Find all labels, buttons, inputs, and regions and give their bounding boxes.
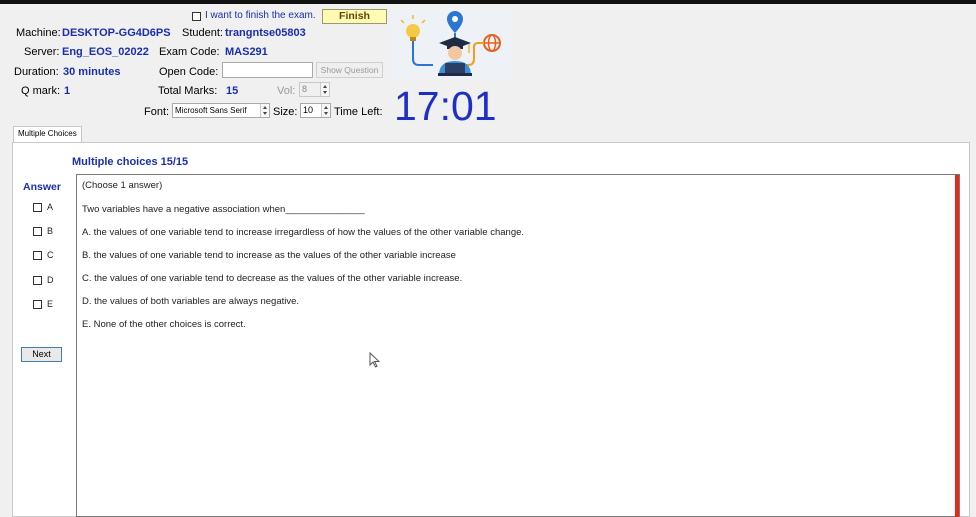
machine-value: DESKTOP-GG4D6PS	[62, 27, 171, 39]
tab-multiple-choices[interactable]: Multiple Choices	[13, 126, 82, 143]
question-stem: Two variables have a negative associatio…	[82, 204, 365, 215]
option-c-text: C. the values of one variable tend to de…	[82, 273, 463, 284]
answer-letter-c: C	[47, 250, 54, 260]
student-label: Student:	[182, 27, 223, 39]
student-figure-icon	[438, 37, 472, 76]
duration-label: Duration:	[14, 66, 59, 78]
option-e-text: E. None of the other choices is correct.	[82, 319, 246, 330]
show-question-button[interactable]: Show Question	[316, 62, 383, 78]
size-spin-icon[interactable]	[321, 104, 330, 117]
mouse-cursor-icon	[369, 352, 381, 368]
vol-value: 8	[302, 84, 308, 94]
qmark-value: 1	[64, 85, 71, 97]
duration-value: 30 minutes	[63, 66, 121, 78]
server-value: Eng_EOS_02022	[62, 46, 149, 58]
answer-label: Answer	[23, 181, 61, 193]
vol-stepper[interactable]: 8	[299, 82, 330, 97]
open-code-label: Open Code:	[159, 66, 219, 78]
timer-display: 17:01	[394, 83, 497, 129]
option-a-text: A. the values of one variable tend to in…	[82, 227, 525, 238]
location-pin-icon	[447, 11, 463, 33]
globe-icon	[483, 34, 501, 52]
font-label: Font:	[144, 106, 170, 118]
next-button[interactable]: Next	[21, 347, 62, 362]
time-left-label: Time Left:	[334, 106, 383, 118]
answer-checkbox-e[interactable]	[33, 300, 42, 309]
total-marks-label: Total Marks:	[158, 85, 218, 97]
question-instruction: (Choose 1 answer)	[82, 180, 163, 191]
size-stepper[interactable]: 10	[300, 103, 331, 118]
option-b-text: B. the values of one variable tend to in…	[82, 250, 456, 261]
graduate-icon	[400, 11, 501, 76]
answer-letter-e: E	[47, 299, 54, 309]
font-select[interactable]: Microsoft Sans Serif	[172, 103, 270, 118]
window-top-edge	[0, 0, 976, 4]
answer-checkbox-d[interactable]	[33, 276, 42, 285]
finish-exam-checkbox-label[interactable]: I want to finish the exam.	[205, 10, 316, 21]
graduate-illustration	[391, 9, 511, 79]
student-value: trangntse05803	[225, 27, 306, 39]
vol-label: Vol:	[277, 85, 296, 97]
answer-letter-d: D	[47, 275, 54, 285]
font-select-value: Microsoft Sans Serif	[175, 106, 247, 115]
total-marks-value: 15	[226, 85, 239, 97]
answer-letter-a: A	[47, 202, 54, 212]
answer-letter-b: B	[47, 226, 54, 236]
qmark-label: Q mark:	[21, 85, 61, 97]
size-label: Size:	[273, 106, 298, 118]
scrollbar-indicator[interactable]	[955, 175, 959, 517]
font-spin-icon[interactable]	[260, 104, 269, 117]
answer-checkbox-c[interactable]	[33, 251, 42, 260]
question-heading: Multiple choices 15/15	[72, 156, 189, 168]
answer-checkbox-b[interactable]	[33, 227, 42, 236]
exam-code-value: MAS291	[225, 46, 268, 58]
server-label: Server:	[24, 46, 60, 58]
lightbulb-icon	[400, 15, 426, 41]
option-d-text: D. the values of both variables are alwa…	[82, 296, 300, 307]
finish-exam-checkbox[interactable]	[192, 12, 201, 21]
size-value: 10	[303, 105, 314, 115]
open-code-input[interactable]	[222, 62, 313, 78]
exam-code-label: Exam Code:	[159, 46, 220, 58]
finish-button[interactable]: Finish	[322, 9, 387, 24]
answer-checkbox-a[interactable]	[33, 203, 42, 212]
vol-spin-icon[interactable]	[320, 83, 329, 96]
machine-label: Machine:	[16, 27, 61, 39]
question-text-box[interactable]	[76, 174, 960, 517]
